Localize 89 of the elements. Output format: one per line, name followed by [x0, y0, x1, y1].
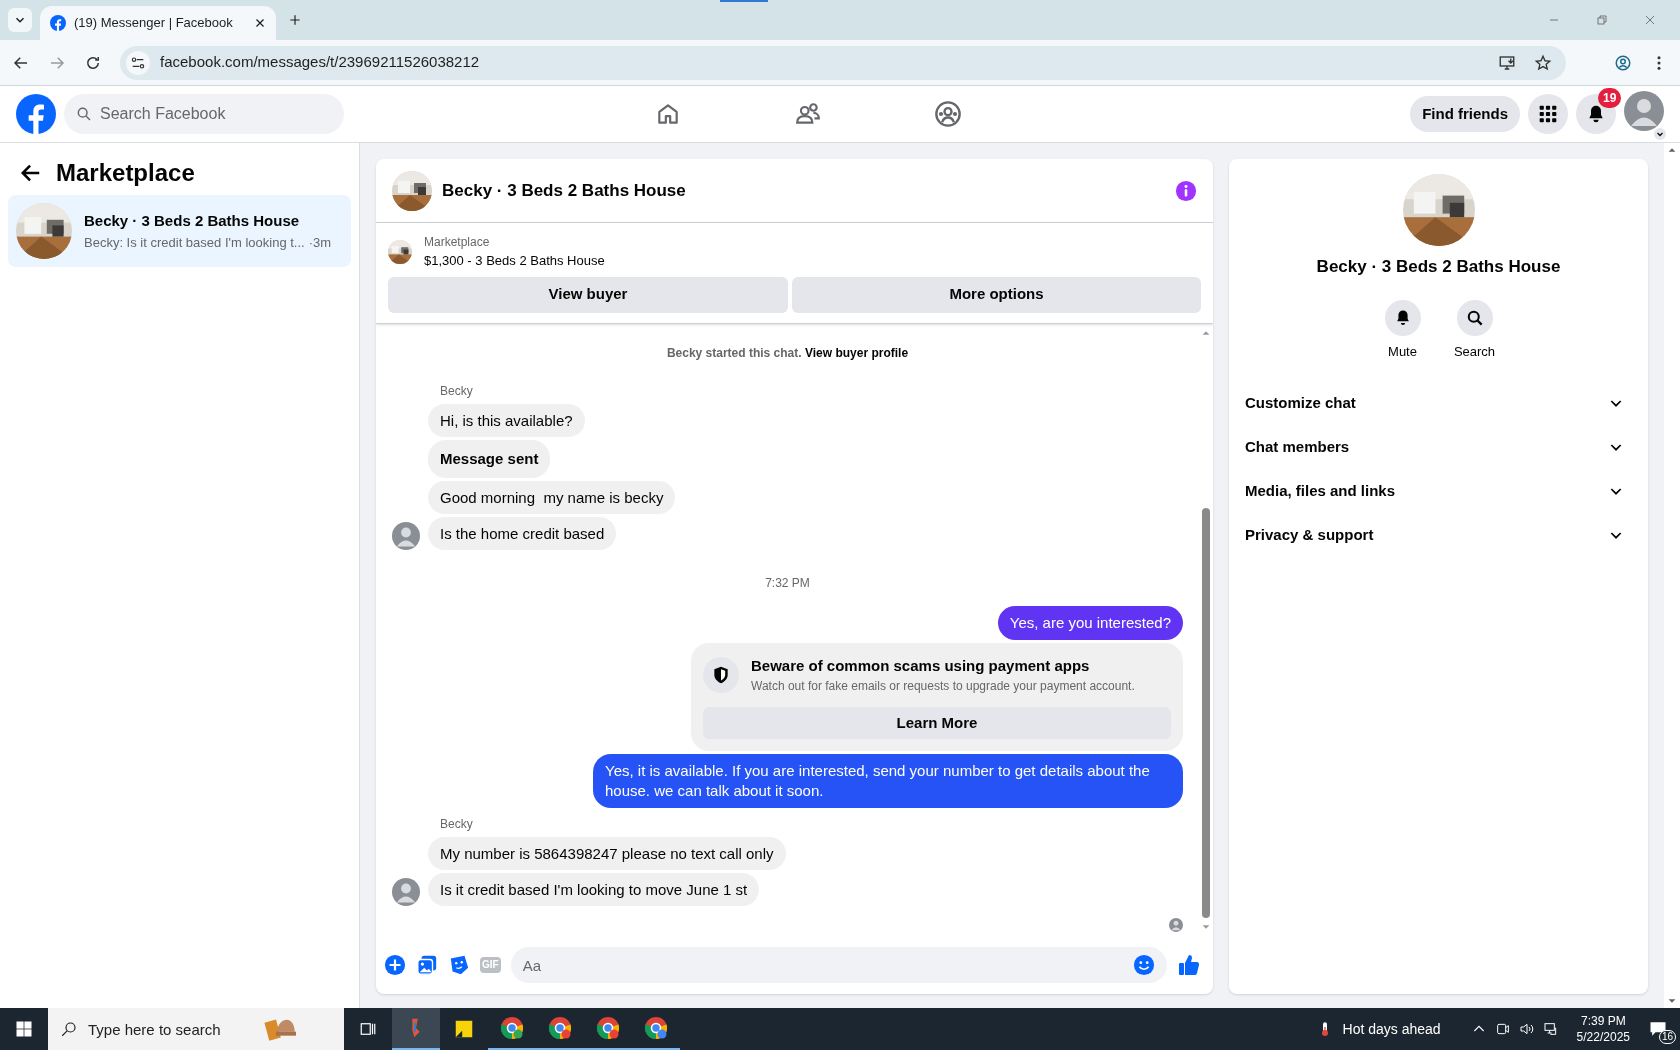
search-field[interactable]: Search Facebook [100, 94, 332, 134]
new-tab-icon[interactable] [288, 13, 302, 27]
avatar-icon [1169, 918, 1183, 932]
facebook-icon [50, 15, 66, 31]
timestamp: 7:32 PM [764, 574, 811, 592]
message-bubble: Is it credit based I'm looking to move June 1 st [428, 873, 760, 906]
view-buyer-profile-link[interactable]: View buyer profile [804, 345, 909, 360]
find-friends-button[interactable]: Find friends [1410, 96, 1520, 132]
conversation-title: Becky · 3 Beds 2 Baths House [84, 211, 301, 231]
warning-title: Beware of common scams using payment apps [751, 655, 1091, 676]
chrome-icon[interactable] [548, 1016, 572, 1040]
search-icon [76, 106, 92, 122]
weather-text: Hot days ahead [1342, 1019, 1441, 1039]
chrome-icon[interactable] [644, 1016, 668, 1040]
clock-time: 7:39 PM [1580, 1013, 1626, 1029]
caret-icon[interactable] [1654, 127, 1666, 140]
message-preview: Becky: Is it credit based I'm looking t... [84, 233, 305, 252]
emoji-icon[interactable] [1133, 954, 1155, 976]
action-label: Search [1453, 342, 1496, 361]
apps-menu-icon[interactable] [1538, 104, 1558, 124]
taskbar-search-field[interactable]: Type here to search [88, 1008, 248, 1050]
message-bubble: Yes, it is available. If you are interested, send your number to get details about the house. we can talk about it soon. [593, 754, 1183, 808]
warning-text: Watch out for fake emails or requests to upgrade your payment account. [751, 678, 1135, 695]
action-button[interactable]: View buyer [388, 276, 788, 313]
chat-start-note: Becky started this chat. [666, 345, 802, 360]
notification-badge: 19 [1598, 88, 1622, 108]
message-time: ·3m [308, 233, 332, 252]
action-button[interactable]: More options [792, 276, 1201, 313]
settings-section[interactable]: Customize chat [1245, 381, 1632, 425]
details-title: Becky · 3 Beds 2 Baths House [1316, 256, 1561, 278]
section-label: Customize chat [1245, 392, 1357, 413]
message-bubble: Is the home credit based [428, 516, 617, 550]
notification-count: 16 [1658, 1030, 1676, 1044]
scrollbar-thumb[interactable] [1202, 507, 1210, 918]
sticky-notes-icon[interactable] [453, 1018, 475, 1040]
taskbar-search-bar[interactable]: Type here to search [48, 1008, 344, 1050]
like-icon[interactable] [1177, 953, 1201, 977]
task-view-icon[interactable] [359, 1020, 377, 1038]
avatar-icon [1624, 90, 1664, 131]
groups-icon[interactable] [934, 100, 962, 128]
listing-label: Marketplace [424, 234, 491, 251]
sidebar-title: Marketplace [56, 158, 195, 188]
message-bubble: My number is 5864398247 please no text call only [428, 837, 786, 870]
message-bubble: Good morning my name is becky [428, 480, 676, 514]
message-bubble: Hi, is this available? [428, 403, 585, 437]
restore-icon[interactable] [1596, 14, 1608, 26]
learn-more-button[interactable]: Learn More [703, 707, 1171, 739]
meeting-icon[interactable] [1494, 1021, 1511, 1037]
network-icon[interactable] [1542, 1021, 1559, 1037]
shield-icon [711, 664, 731, 685]
windows-start-icon[interactable] [15, 1020, 33, 1038]
install-icon[interactable] [1498, 53, 1516, 72]
chat-title: Becky · 3 Beds 2 Baths House [442, 179, 687, 202]
search-bar[interactable]: Search Facebook [64, 94, 344, 134]
friends-icon[interactable] [795, 101, 821, 127]
action-label: Mute [1388, 342, 1417, 361]
close-icon[interactable] [254, 17, 266, 29]
profile-icon[interactable] [1614, 53, 1632, 72]
conversation-item[interactable]: Becky · 3 Beds 2 Baths House Becky: Is it credit based I'm looking t... ·3m [8, 195, 351, 267]
url-text: facebook.com/messages/t/23969211526038212 [160, 52, 481, 73]
window-indicator [720, 0, 768, 2]
section-label: Media, files and links [1245, 480, 1397, 501]
message-bubble: Yes, are you interested? [997, 605, 1183, 640]
tab-title: (19) Messenger | Facebook [74, 14, 234, 33]
info-icon[interactable] [1175, 179, 1197, 202]
chrome-icon[interactable] [596, 1016, 620, 1040]
add-icon[interactable] [384, 954, 406, 976]
sender-name: Becky [439, 816, 474, 833]
sender-name: Becky [439, 382, 474, 400]
sticker-icon[interactable] [448, 954, 470, 976]
clock-date: 5/22/2025 [1576, 1029, 1630, 1045]
star-icon[interactable] [1534, 53, 1552, 72]
settings-section[interactable]: Privacy & support [1245, 513, 1632, 557]
search-icon [60, 1020, 78, 1038]
listing-title: $1,300 - 3 Beds 2 Baths House [424, 252, 605, 270]
home-icon[interactable] [655, 101, 681, 127]
clock[interactable]: 7:39 PM 5/22/2025 [1576, 1013, 1630, 1045]
message-bubble: Message sent [428, 439, 551, 478]
browser-tab[interactable]: (19) Messenger | Facebook [40, 6, 276, 40]
address-bar[interactable]: facebook.com/messages/t/23969211526038212 [120, 45, 1566, 80]
back-arrow-icon[interactable] [20, 162, 42, 184]
settings-section[interactable]: Chat members [1245, 425, 1632, 469]
section-label: Chat members [1245, 436, 1351, 457]
section-label: Privacy & support [1245, 524, 1375, 545]
photo-icon[interactable] [416, 954, 438, 976]
facebook-logo-icon[interactable] [16, 94, 56, 134]
volume-icon[interactable] [1518, 1021, 1535, 1037]
chrome-icon[interactable] [500, 1016, 524, 1040]
settings-section[interactable]: Media, files and links [1245, 469, 1632, 513]
